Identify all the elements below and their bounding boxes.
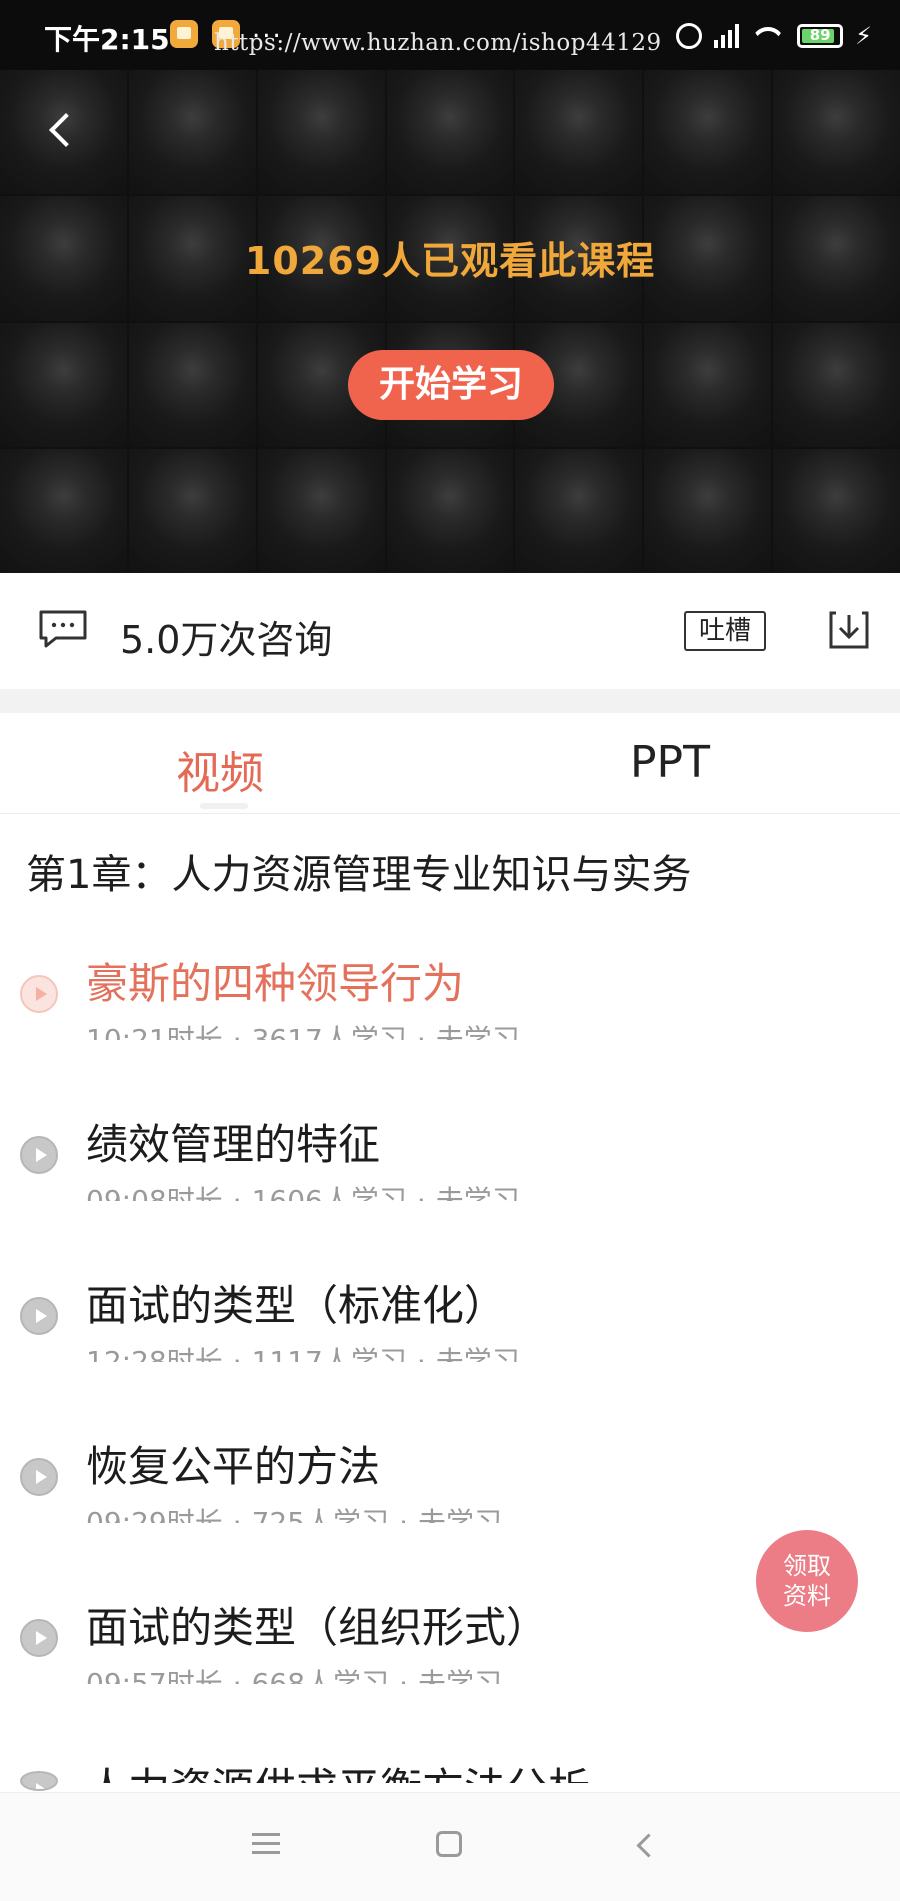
play-icon[interactable] [20, 1458, 58, 1496]
content-tabs: 视频 PPT [0, 713, 900, 814]
back-icon[interactable] [46, 106, 82, 154]
consult-count: 5.0万次咨询 [120, 618, 333, 662]
lesson-item[interactable]: 面试的类型（标准化） 12:28时长 · 1117人学习 · 未学习 [0, 1252, 900, 1413]
battery-icon: 89 [797, 24, 844, 48]
status-icons: 89 ⚡ [676, 20, 872, 52]
tab-video[interactable]: 视频 [176, 737, 264, 801]
wifi-icon [751, 23, 785, 49]
lesson-title: 面试的类型（组织形式） [86, 1603, 549, 1652]
lesson-title: 绩效管理的特征 [86, 1120, 381, 1169]
lesson-item[interactable]: 绩效管理的特征 09:08时长 · 1606人学习 · 未学习 [0, 1091, 900, 1252]
signal-icon [714, 24, 740, 48]
play-icon[interactable] [20, 1136, 58, 1174]
section-divider [0, 689, 900, 713]
tucao-button[interactable]: 吐槽 [684, 611, 766, 651]
battery-level: 89 [809, 26, 831, 44]
url-watermark: https://www.huzhan.com/ishop44129 [214, 30, 662, 56]
lesson-meta: 12:28时长 · 1117人学习 · 未学习 [86, 1345, 520, 1362]
nav-back-icon[interactable] [634, 1831, 656, 1859]
viewers-count: 10269人已观看此课程 [244, 239, 656, 283]
play-icon[interactable] [20, 975, 58, 1013]
get-materials-button[interactable]: 领取 资料 [756, 1530, 858, 1632]
lesson-meta: 09:29时长 · 725人学习 · 未学习 [86, 1506, 502, 1523]
lesson-item[interactable]: 豪斯的四种领导行为 10:21时长 · 3617人学习 · 未学习 [0, 930, 900, 1091]
chat-icon[interactable] [38, 609, 88, 649]
download-icon[interactable] [828, 609, 870, 651]
play-icon[interactable] [20, 1619, 58, 1657]
lesson-title: 豪斯的四种领导行为 [86, 959, 465, 1008]
lesson-title: 面试的类型（标准化） [86, 1281, 507, 1330]
lesson-title: 人力资源供求平衡方法分析 [86, 1755, 590, 1783]
play-icon[interactable] [20, 1297, 58, 1335]
system-nav-bar [0, 1792, 900, 1901]
lesson-meta: 09:08时长 · 1606人学习 · 未学习 [86, 1184, 520, 1201]
start-learning-button[interactable]: 开始学习 [348, 350, 554, 420]
consult-bar: 5.0万次咨询 吐槽 [0, 573, 900, 689]
lesson-meta: 09:57时长 · 668人学习 · 未学习 [86, 1667, 502, 1684]
chapter-title: 第1章：人力资源管理专业知识与实务 [26, 852, 692, 898]
active-tab-indicator [200, 803, 248, 809]
tab-ppt[interactable]: PPT [630, 737, 710, 788]
course-hero-banner: 10269人已观看此课程 开始学习 [0, 70, 900, 573]
alarm-icon [676, 23, 703, 49]
status-time: 下午2:15 [44, 23, 170, 56]
home-icon[interactable] [436, 1831, 462, 1857]
lesson-list: 豪斯的四种领导行为 10:21时长 · 3617人学习 · 未学习 绩效管理的特征 09… [0, 930, 900, 1896]
lesson-title: 恢复公平的方法 [86, 1442, 381, 1491]
menu-icon[interactable] [252, 1833, 280, 1855]
lesson-meta: 10:21时长 · 3617人学习 · 未学习 [86, 1023, 520, 1040]
status-bar: 下午2:15 ... https://www.huzhan.com/ishop4… [0, 0, 900, 70]
play-icon[interactable] [20, 1771, 58, 1791]
app-notification-icon [170, 20, 198, 48]
charging-icon: ⚡ [855, 22, 872, 50]
